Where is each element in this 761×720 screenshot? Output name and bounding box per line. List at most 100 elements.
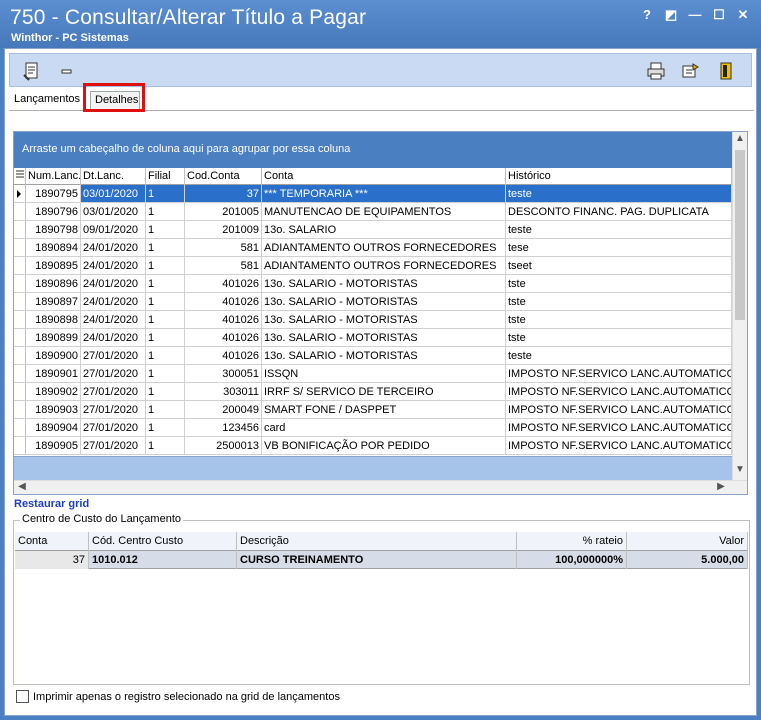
cell-dt-lanc: 27/01/2020 [81,437,146,455]
table-row[interactable]: 1890894 24/01/2020 1 581 ADIANTAMENTO OUTROS… [14,239,732,257]
row-indicator[interactable] [14,311,26,329]
cell-historico: IMPOSTO NF.SERVICO LANC.AUTOMATICO [506,419,732,437]
cost-center-legend: Centro de Custo do Lançamento [20,513,183,525]
print-selected-checkbox[interactable] [16,690,29,703]
table-row[interactable]: 1890796 03/01/2020 1 201005 MANUTENCAO DE EQ… [14,203,732,221]
cell-num-lanc: 1890898 [26,311,81,329]
cell-conta: 13o. SALARIO - MOTORISTAS [262,275,506,293]
scroll-left-icon[interactable]: ◀ [15,481,29,492]
col-header-conta[interactable]: Conta [262,168,506,185]
tab-strip: Lançamentos Detalhes [9,89,754,111]
cell-historico: tese [506,239,732,257]
col-header-cod-conta[interactable]: Cod.Conta [185,168,262,185]
vertical-scrollbar[interactable]: ▲ ▼ [732,132,747,480]
scroll-up-icon[interactable]: ▲ [733,133,747,144]
row-indicator[interactable] [14,329,26,347]
scroll-right-icon[interactable]: ▶ [714,481,728,492]
cell-conta: ADIANTAMENTO OUTROS FORNECEDORES [262,257,506,275]
col-header-dt-lanc[interactable]: Dt.Lanc. [81,168,146,185]
cell-filial: 1 [146,365,185,383]
cost-center-row[interactable]: 37 1010.012 CURSO TREINAMENTO 100,000000… [15,551,748,569]
column-chooser-icon[interactable] [14,168,26,185]
tab-lancamentos[interactable]: Lançamentos [9,89,86,111]
cell-cod-conta: 201009 [185,221,262,239]
cell-filial: 1 [146,275,185,293]
table-row[interactable]: 1890899 24/01/2020 1 401026 13o. SALARIO - M… [14,329,732,347]
maximize-button[interactable]: ☐ [707,6,731,24]
minimize-button[interactable]: — [683,6,707,24]
cost-center-header: Conta Cód. Centro Custo Descrição % rate… [15,532,748,551]
edit-document-icon[interactable] [22,61,42,81]
table-row[interactable]: 1890900 27/01/2020 1 401026 13o. SALARIO - M… [14,347,732,365]
col-header-historico[interactable]: Histórico [506,168,732,185]
cc-col-rateio[interactable]: % rateio [517,532,627,551]
col-header-num-lanc[interactable]: Num.Lanc. [26,168,81,185]
restore-grid-link[interactable]: Restaurar grid [14,498,89,510]
row-indicator[interactable] [14,401,26,419]
scroll-down-icon[interactable]: ▼ [733,464,747,475]
cell-dt-lanc: 09/01/2020 [81,221,146,239]
row-indicator[interactable] [14,383,26,401]
cc-col-valor[interactable]: Valor [627,532,748,551]
print-selected-label[interactable]: Imprimir apenas o registro selecionado n… [33,691,340,703]
grid-header: Num.Lanc. Dt.Lanc. Filial Cod.Conta Cont… [14,168,732,185]
col-header-filial[interactable]: Filial [146,168,185,185]
cc-col-cod-centro-custo[interactable]: Cód. Centro Custo [89,532,237,551]
cell-cod-conta: 303011 [185,383,262,401]
cc-col-descricao[interactable]: Descrição [237,532,517,551]
horizontal-scrollbar[interactable]: ◀ ▶ [14,480,747,494]
cell-filial: 1 [146,221,185,239]
exit-door-icon[interactable] [716,61,736,81]
table-row[interactable]: 1890795 03/01/2020 1 37 *** TEMPORARIA *** te… [14,185,732,203]
row-indicator[interactable] [14,347,26,365]
lancamentos-grid: Arraste um cabeçalho de coluna aqui para… [13,131,748,495]
table-row[interactable]: 1890798 09/01/2020 1 201009 13o. SALARIO test… [14,221,732,239]
close-button[interactable]: ✕ [731,6,755,24]
row-indicator-icon[interactable] [14,185,26,203]
collapse-icon[interactable] [58,61,78,81]
table-row[interactable]: 1890905 27/01/2020 1 2500013 VB BONIFICAÇÃO … [14,437,732,455]
cc-cell-conta: 37 [15,551,89,569]
cell-num-lanc: 1890896 [26,275,81,293]
cc-cell-descricao: CURSO TREINAMENTO [237,551,517,569]
table-row[interactable]: 1890903 27/01/2020 1 200049 SMART FONE / DAS… [14,401,732,419]
cell-cod-conta: 401026 [185,329,262,347]
cell-conta: card [262,419,506,437]
tab-detalhes[interactable]: Detalhes [90,91,140,111]
cell-cod-conta: 401026 [185,347,262,365]
table-row[interactable]: 1890902 27/01/2020 1 303011 IRRF S/ SERVICO … [14,383,732,401]
restore-layout-button[interactable]: ◩ [659,6,683,24]
row-indicator[interactable] [14,437,26,455]
row-indicator[interactable] [14,365,26,383]
vertical-scroll-thumb[interactable] [735,150,745,320]
cell-historico: IMPOSTO NF.SERVICO LANC.AUTOMATICO [506,437,732,455]
table-row[interactable]: 1890897 24/01/2020 1 401026 13o. SALARIO - M… [14,293,732,311]
row-indicator[interactable] [14,419,26,437]
row-indicator[interactable] [14,203,26,221]
cell-filial: 1 [146,239,185,257]
cell-dt-lanc: 24/01/2020 [81,293,146,311]
group-by-panel[interactable]: Arraste um cabeçalho de coluna aqui para… [14,132,732,168]
help-button[interactable]: ? [635,6,659,24]
table-row[interactable]: 1890901 27/01/2020 1 300051 ISSQN IMPOSTO NF.… [14,365,732,383]
cell-dt-lanc: 27/01/2020 [81,419,146,437]
table-row[interactable]: 1890895 24/01/2020 1 581 ADIANTAMENTO OUTROS… [14,257,732,275]
cell-num-lanc: 1890897 [26,293,81,311]
row-indicator[interactable] [14,293,26,311]
print-selected-option: Imprimir apenas o registro selecionado n… [16,690,340,703]
print-icon[interactable] [646,61,666,81]
row-indicator[interactable] [14,275,26,293]
cell-historico: teste [506,221,732,239]
cc-col-conta[interactable]: Conta [15,532,89,551]
table-row[interactable]: 1890898 24/01/2020 1 401026 13o. SALARIO - M… [14,311,732,329]
row-indicator[interactable] [14,221,26,239]
cell-conta: ADIANTAMENTO OUTROS FORNECEDORES [262,239,506,257]
cc-cell-valor: 5.000,00 [627,551,748,569]
cell-filial: 1 [146,311,185,329]
export-icon[interactable] [680,61,700,81]
row-indicator[interactable] [14,257,26,275]
table-row[interactable]: 1890896 24/01/2020 1 401026 13o. SALARIO - M… [14,275,732,293]
row-indicator[interactable] [14,239,26,257]
table-row[interactable]: 1890904 27/01/2020 1 123456 card IMPOSTO NF.S… [14,419,732,437]
cell-num-lanc: 1890895 [26,257,81,275]
